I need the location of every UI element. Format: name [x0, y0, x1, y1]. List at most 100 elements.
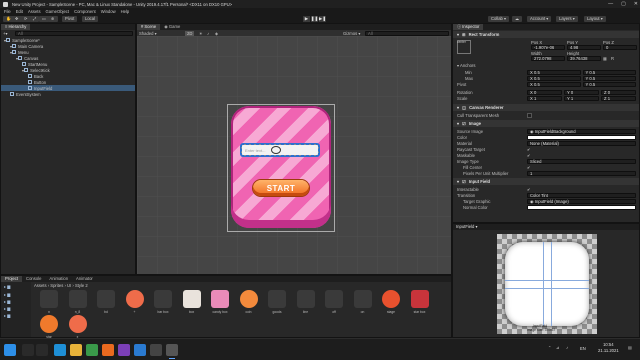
asset-item[interactable]: bd — [96, 290, 116, 314]
hierarchy-item[interactable]: EventSystem — [1, 91, 135, 97]
image-type-dropdown[interactable]: Sliced — [527, 158, 636, 164]
language-indicator[interactable]: EN — [580, 346, 586, 351]
pos-x-field[interactable]: -1.907e-06 — [531, 45, 565, 50]
maskable-checkbox[interactable]: ✔ — [527, 153, 531, 158]
anchor-max-y[interactable]: Y 0.5 — [582, 75, 636, 81]
unity-icon[interactable] — [166, 344, 178, 359]
preview-header[interactable]: InputField ▾ — [453, 224, 639, 230]
play-button[interactable]: ▶ — [303, 15, 310, 22]
pos-z-field[interactable]: 0 — [603, 45, 637, 50]
windows-start-icon[interactable] — [4, 344, 16, 356]
asset-item[interactable]: + — [125, 290, 145, 314]
store-icon[interactable] — [134, 344, 146, 356]
asset-item[interactable]: star — [39, 315, 59, 339]
asset-item[interactable]: on — [353, 290, 373, 314]
image-header[interactable]: ▾ ☑ Image — [453, 120, 639, 127]
rotation-y[interactable]: Y 0 — [564, 89, 599, 95]
width-field[interactable]: 272.0798 — [531, 56, 565, 61]
asset-item[interactable]: candy box — [210, 290, 230, 314]
breadcrumb-text[interactable]: Assets › Sprites › UI › Style 2 — [34, 283, 88, 288]
close-button[interactable]: ✕ — [634, 1, 638, 7]
account-dropdown[interactable]: Account ▾ — [527, 15, 552, 22]
asset-item[interactable]: coin — [239, 290, 259, 314]
height-field[interactable]: 39.76438 — [567, 56, 601, 61]
input-field-header[interactable]: ▾ ☑ Input Field — [453, 178, 639, 185]
scale-z[interactable]: Z 1 — [601, 95, 636, 101]
hierarchy-search-input[interactable]: All — [15, 31, 133, 36]
menu-component[interactable]: Component — [74, 9, 96, 14]
folder-tree-item[interactable]: ▸ ▆ — [1, 312, 31, 319]
local-toggle[interactable]: Local — [82, 15, 99, 22]
layers-dropdown[interactable]: Layers ▾ — [556, 15, 578, 22]
menu-help[interactable]: Help — [121, 9, 130, 14]
rotation-z[interactable]: Z 0 — [601, 89, 636, 95]
pos-y-field[interactable]: 4.98 — [567, 45, 601, 50]
scale-tool-button[interactable]: ⤢ — [30, 15, 40, 22]
material-field[interactable]: None (Material) — [527, 140, 636, 146]
pivot-x[interactable]: X 0.5 — [527, 81, 581, 87]
search-icon[interactable] — [22, 344, 34, 356]
folder-tree-item[interactable]: ▸ ▆ — [1, 291, 31, 298]
tab-inspector[interactable]: ⓘ Inspector — [453, 24, 484, 30]
edge-icon[interactable] — [54, 344, 66, 356]
menu-file[interactable]: File — [4, 9, 11, 14]
pause-button[interactable]: ❚❚ — [311, 15, 318, 22]
canvas-renderer-header[interactable]: ▾ ◫ Canvas Renderer — [453, 104, 639, 111]
anchor-min-x[interactable]: X 0.5 — [527, 69, 581, 75]
transform-tool-button[interactable]: ⊕ — [48, 15, 58, 22]
add-object-button[interactable]: +▾ — [3, 31, 11, 36]
firefox-icon[interactable] — [102, 344, 114, 356]
folder-tree-item[interactable]: ▸ ▆ — [1, 305, 31, 312]
source-image-field[interactable]: ◉ InputFieldBackground — [527, 128, 636, 134]
target-graphic-field[interactable]: ◉ InputField (Image) — [527, 198, 636, 204]
menu-window[interactable]: Window — [101, 9, 116, 14]
menu-gameobject[interactable]: GameObject — [46, 9, 70, 14]
scale-y[interactable]: Y 1 — [564, 95, 599, 101]
asset-item[interactable]: line — [296, 290, 316, 314]
pivot-y[interactable]: Y 0.5 — [582, 81, 636, 87]
asset-item[interactable]: box — [182, 290, 202, 314]
menu-assets[interactable]: Assets — [28, 9, 41, 14]
unity-hub-icon[interactable] — [150, 344, 162, 356]
normal-color-swatch[interactable] — [527, 204, 636, 210]
menu-edit[interactable]: Edit — [16, 9, 23, 14]
cloud-button[interactable]: ☁ — [512, 15, 523, 22]
fill-center-checkbox[interactable]: ✔ — [527, 165, 531, 170]
blueprint-button[interactable]: ▦ — [603, 56, 607, 61]
tab-hierarchy[interactable]: ≡ Hierarchy — [1, 24, 31, 30]
anchor-min-y[interactable]: Y 0.5 — [582, 69, 636, 75]
2d-toggle[interactable]: 2D — [185, 30, 195, 36]
anchors-foldout[interactable]: ▾ Anchors — [457, 63, 475, 68]
ppu-field[interactable]: 1 — [527, 170, 636, 176]
minimize-button[interactable]: — — [608, 1, 613, 7]
maximize-button[interactable]: ▢ — [621, 1, 626, 7]
explorer-icon[interactable] — [70, 344, 82, 356]
raycast-checkbox[interactable]: ✔ — [527, 147, 531, 152]
scale-x[interactable]: X 1 — [527, 95, 562, 101]
image-checkbox-icon[interactable]: ☑ — [462, 121, 466, 126]
rect-transform-header[interactable]: ▾ ⊞ Rect Transform — [453, 31, 639, 38]
task-view-icon[interactable] — [36, 344, 48, 356]
pivot-toggle[interactable]: Pivot — [62, 15, 78, 22]
color-swatch[interactable] — [527, 134, 636, 140]
notifications-icon[interactable]: ▤ — [628, 345, 632, 350]
network-icon[interactable]: ⊿ — [556, 345, 560, 350]
asset-item[interactable]: x — [68, 315, 88, 339]
tab-animator[interactable]: Animator — [72, 276, 97, 282]
asset-item[interactable]: n_8 — [68, 290, 88, 314]
asset-item[interactable]: n — [39, 290, 59, 314]
folder-tree-item[interactable]: ▸ ▆ — [1, 298, 31, 305]
clock[interactable]: 10:54 21.11.2021 — [598, 342, 619, 353]
volume-icon[interactable]: ♪ — [566, 345, 568, 350]
asset-item[interactable]: goods — [267, 290, 287, 314]
step-button[interactable]: ▶❚ — [319, 15, 326, 22]
layout-dropdown[interactable]: Layout ▾ — [584, 15, 606, 22]
start-button[interactable]: START — [253, 180, 309, 196]
input-field-checkbox-icon[interactable]: ☑ — [462, 179, 466, 184]
tab-animation[interactable]: Animation — [45, 276, 72, 282]
raw-edit-button[interactable]: R — [611, 56, 614, 61]
asset-item[interactable]: off — [324, 290, 344, 314]
rotation-x[interactable]: X 0 — [527, 89, 562, 95]
folder-tree-item[interactable]: ▸ ▆ — [1, 282, 31, 291]
asset-item[interactable]: star box — [410, 290, 430, 314]
